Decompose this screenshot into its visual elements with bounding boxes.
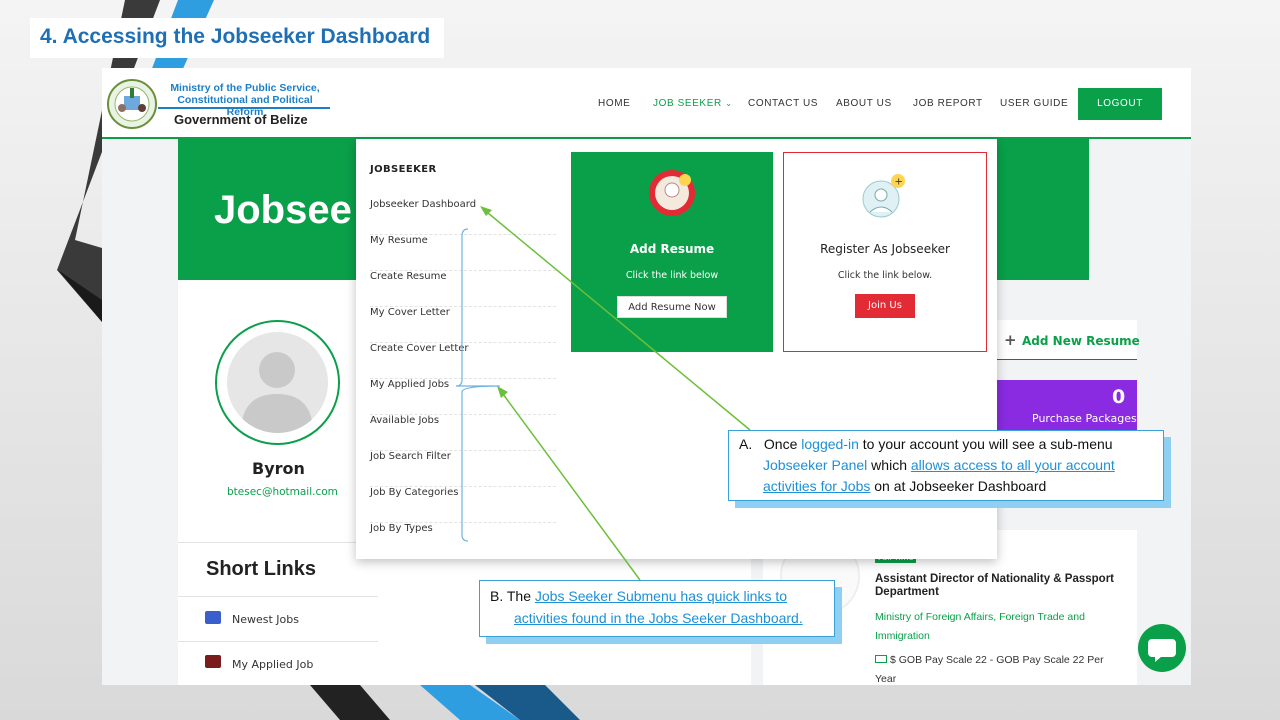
arrow-b bbox=[499, 389, 641, 581]
submenu-bracket bbox=[455, 228, 501, 542]
arrow-a bbox=[481, 207, 751, 431]
callout-b: B. The Jobs Seeker Submenu has quick lin… bbox=[479, 580, 835, 637]
callout-a: A. Once logged-in to your account you wi… bbox=[728, 430, 1164, 501]
